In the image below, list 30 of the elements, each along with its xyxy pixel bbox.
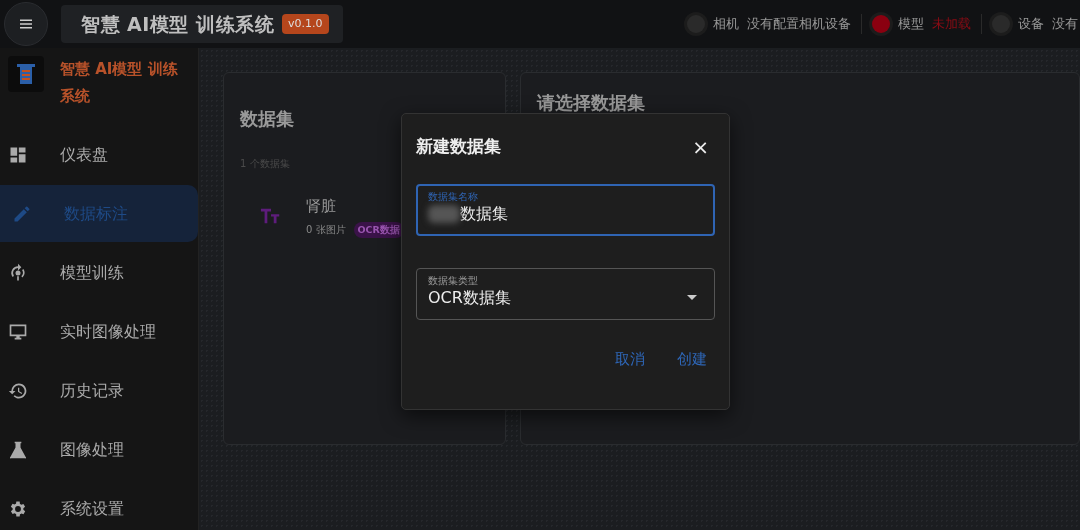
panel-title: 数据集 [240,107,295,131]
input-field[interactable]: 数据集名称 数据集 [416,183,715,236]
status-label: 设备 [1018,15,1044,34]
app-title: 智慧 AI模型 训练系统 [81,11,274,37]
logo-icon [14,62,38,86]
nav-item[interactable]: 图像处理 [0,421,198,478]
brand-name: 智慧 AI模型 训练系统 [60,59,179,107]
redaction-blur [428,204,460,223]
nav-item[interactable]: 模型训练 [0,244,198,301]
nav-item[interactable]: 仪表盘 [0,126,198,183]
status-label: 模型 [898,15,924,34]
dialog-title: 新建数据集 [416,135,501,158]
nav-item[interactable]: 系统设置 [0,480,198,530]
panel-title: 请选择数据集 [537,91,646,115]
nav-item[interactable]: 历史记录 [0,362,198,419]
dropdown-caret-icon [687,295,697,300]
version-badge: v0.1.0 [282,13,329,35]
menu-button[interactable] [4,2,48,46]
close-button[interactable]: × [686,136,715,157]
status-value: 没有 [1052,15,1078,34]
status-value: 未加载 [932,15,971,34]
status-value: 没有配置相机设备 [747,15,851,34]
nav-item[interactable]: 实时图像处理 [0,303,198,360]
image-count: 0 张图片 [306,223,346,238]
flask-icon [8,439,28,460]
status-label: 相机 [713,15,739,34]
dataset-name: 肾脏 [306,196,337,217]
rotation-icon [8,262,28,283]
type-tag: OCR数据 [353,221,404,238]
select-field[interactable]: 数据集类型 OCR数据集 [416,267,715,320]
